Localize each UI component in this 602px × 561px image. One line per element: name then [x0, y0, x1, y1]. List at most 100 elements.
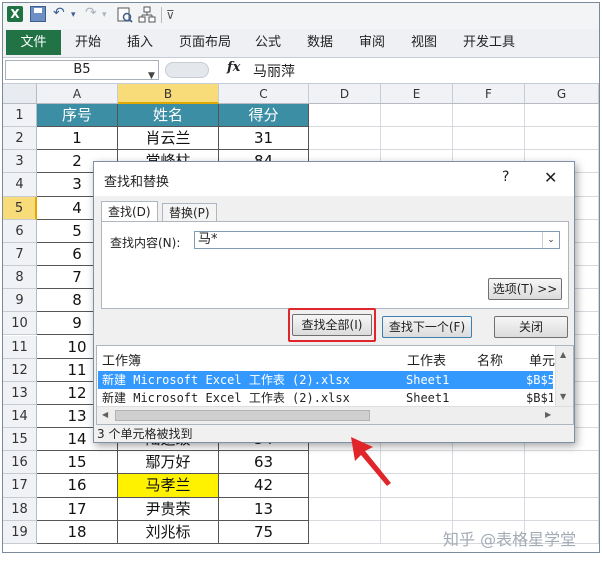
table-cell[interactable]: [381, 497, 453, 521]
table-cell[interactable]: [453, 104, 525, 128]
column-header-name[interactable]: 名称: [477, 350, 503, 369]
column-header-d[interactable]: D: [309, 84, 381, 104]
row-header[interactable]: 17: [3, 474, 37, 498]
column-header-c[interactable]: C: [219, 84, 309, 104]
undo-icon[interactable]: ↶: [53, 5, 65, 21]
table-cell[interactable]: 31: [219, 127, 309, 151]
table-header-cell[interactable]: 序号: [37, 104, 118, 128]
redo-icon[interactable]: ↷: [85, 5, 97, 21]
table-cell[interactable]: [525, 104, 599, 128]
chevron-down-icon[interactable]: ▼: [148, 67, 155, 85]
row-header[interactable]: 19: [3, 520, 37, 544]
column-header-b[interactable]: B: [118, 84, 219, 104]
row-header[interactable]: 1: [3, 104, 37, 128]
row-header[interactable]: 11: [3, 335, 37, 359]
row-header[interactable]: 10: [3, 312, 37, 336]
table-cell[interactable]: [525, 497, 599, 521]
table-cell[interactable]: 尹贵荣: [118, 497, 219, 521]
table-cell[interactable]: [309, 497, 381, 521]
row-header[interactable]: 2: [3, 127, 37, 151]
table-cell[interactable]: [453, 497, 525, 521]
column-header-f[interactable]: F: [453, 84, 525, 104]
tab-review[interactable]: 审阅: [359, 29, 385, 57]
tab-page-layout[interactable]: 页面布局: [179, 29, 231, 57]
table-cell[interactable]: [381, 127, 453, 151]
formula-input[interactable]: 马丽萍: [253, 61, 295, 81]
table-header-cell[interactable]: 姓名: [118, 104, 219, 128]
tab-replace[interactable]: 替换(P): [162, 203, 217, 222]
redo-dropdown-icon[interactable]: ▾: [102, 10, 107, 20]
row-header[interactable]: 4: [3, 173, 37, 197]
table-cell[interactable]: 15: [37, 451, 118, 475]
table-cell[interactable]: 马孝兰: [118, 474, 219, 498]
column-header-a[interactable]: A: [37, 84, 118, 104]
table-cell[interactable]: [525, 451, 599, 475]
horizontal-scrollbar[interactable]: ◀ ▶: [97, 406, 573, 424]
result-row[interactable]: 新建 Microsoft Excel 工作表 (2).xlsx Sheet1 $…: [98, 389, 553, 407]
tab-developer[interactable]: 开发工具: [463, 29, 515, 57]
close-icon[interactable]: ✕: [544, 168, 557, 187]
scroll-down-icon[interactable]: ▼: [560, 392, 566, 401]
tab-insert[interactable]: 插入: [127, 29, 153, 57]
find-what-input[interactable]: 马* ⌄: [194, 231, 560, 249]
row-header[interactable]: 3: [3, 150, 37, 174]
find-next-button[interactable]: 查找下一个(F): [382, 316, 472, 338]
column-header-sheet[interactable]: 工作表: [407, 350, 446, 369]
tab-home[interactable]: 开始: [75, 29, 101, 57]
print-preview-icon[interactable]: [117, 7, 133, 23]
row-header[interactable]: 15: [3, 428, 37, 452]
row-header[interactable]: 18: [3, 497, 37, 521]
vertical-scrollbar[interactable]: ▲ ▼: [555, 346, 573, 406]
row-header[interactable]: 16: [3, 451, 37, 475]
row-header[interactable]: 6: [3, 219, 37, 243]
result-row[interactable]: 新建 Microsoft Excel 工作表 (2).xlsx Sheet1 $…: [98, 371, 553, 389]
row-header[interactable]: 8: [3, 266, 37, 290]
table-cell[interactable]: 63: [219, 451, 309, 475]
column-header-workbook[interactable]: 工作簿: [102, 350, 141, 369]
table-cell[interactable]: 鄢万好: [118, 451, 219, 475]
table-cell[interactable]: 75: [219, 520, 309, 544]
row-header[interactable]: 13: [3, 381, 37, 405]
row-header[interactable]: 9: [3, 289, 37, 313]
table-cell[interactable]: [525, 474, 599, 498]
row-header[interactable]: 5: [3, 196, 37, 220]
scroll-thumb[interactable]: [115, 410, 370, 421]
org-chart-icon[interactable]: [138, 6, 156, 24]
customize-toolbar-icon[interactable]: ⊽: [166, 8, 175, 22]
table-cell[interactable]: 肖云兰: [118, 127, 219, 151]
help-icon[interactable]: ?: [502, 169, 509, 185]
table-cell[interactable]: 13: [219, 497, 309, 521]
table-cell[interactable]: [309, 127, 381, 151]
scroll-up-icon[interactable]: ▲: [560, 350, 566, 359]
table-cell[interactable]: 刘兆标: [118, 520, 219, 544]
table-cell[interactable]: 42: [219, 474, 309, 498]
save-icon[interactable]: [30, 6, 46, 22]
column-header-e[interactable]: E: [381, 84, 453, 104]
tab-find[interactable]: 查找(D): [101, 201, 158, 223]
scroll-left-icon[interactable]: ◀: [102, 410, 108, 419]
column-header-g[interactable]: G: [525, 84, 599, 104]
tab-view[interactable]: 视图: [411, 29, 437, 57]
table-cell[interactable]: [453, 474, 525, 498]
undo-dropdown-icon[interactable]: ▾: [71, 10, 76, 20]
chevron-down-icon[interactable]: ⌄: [542, 232, 559, 248]
table-cell[interactable]: [453, 127, 525, 151]
table-cell[interactable]: 17: [37, 497, 118, 521]
table-cell[interactable]: [381, 104, 453, 128]
insert-function-icon[interactable]: fx: [227, 60, 240, 75]
tab-data[interactable]: 数据: [307, 29, 333, 57]
table-cell[interactable]: [309, 520, 381, 544]
table-cell[interactable]: [525, 127, 599, 151]
row-header[interactable]: 12: [3, 358, 37, 382]
row-header[interactable]: 7: [3, 242, 37, 267]
options-button[interactable]: 选项(T) >>: [488, 278, 562, 300]
results-list[interactable]: 工作簿 工作表 名称 单元 新建 Microsoft Excel 工作表 (2)…: [96, 345, 574, 425]
file-tab[interactable]: 文件: [6, 30, 61, 55]
scroll-right-icon[interactable]: ▶: [545, 410, 551, 419]
select-all-corner[interactable]: [3, 84, 37, 104]
row-header[interactable]: 14: [3, 404, 37, 429]
close-button[interactable]: 关闭: [494, 316, 568, 338]
table-cell[interactable]: 16: [37, 474, 118, 498]
table-cell[interactable]: [453, 451, 525, 475]
table-cell[interactable]: 18: [37, 520, 118, 544]
